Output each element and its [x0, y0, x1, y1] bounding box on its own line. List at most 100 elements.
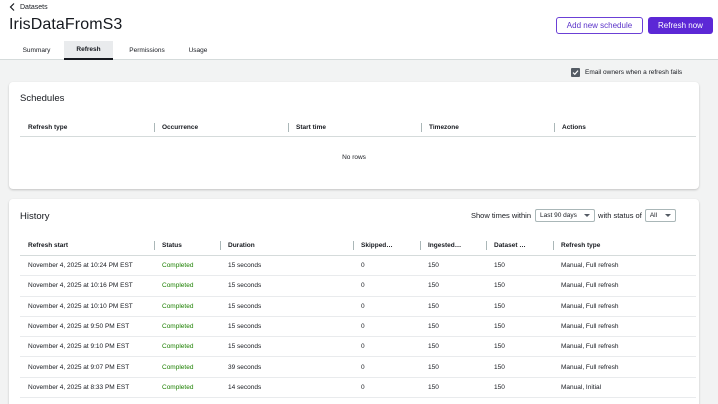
history-filter: Show times within Last 90 days with stat… [471, 209, 676, 222]
dataset-size-cell: 150 [494, 323, 505, 331]
schedules-panel: Schedules Refresh type Occurrence Start … [9, 82, 699, 189]
email-owners-option[interactable]: Email owners when a refresh fails [571, 68, 682, 77]
breadcrumb-back-link[interactable]: Datasets [9, 3, 48, 11]
refresh-start-cell: November 4, 2025 at 10:16 PM EST [28, 282, 133, 290]
caret-down-icon [664, 214, 671, 217]
dataset-size-cell: 150 [494, 262, 505, 270]
skipped-cell: 0 [361, 262, 365, 270]
ingested-cell: 150 [428, 282, 439, 290]
column-header[interactable]: Occurrence [154, 118, 288, 136]
time-range-label: Show times within [471, 211, 532, 220]
column-header[interactable]: Status [154, 236, 220, 255]
tab-summary[interactable]: Summary [9, 41, 64, 60]
email-owners-checkbox[interactable] [571, 68, 580, 77]
schedules-table-header: Refresh type Occurrence Start time Timez… [20, 118, 696, 137]
tab-permissions[interactable]: Permissions [113, 41, 181, 60]
dataset-size-cell: 150 [494, 383, 505, 391]
ingested-cell: 150 [428, 302, 439, 310]
column-header[interactable]: Refresh type [20, 118, 154, 136]
caret-down-icon [584, 214, 591, 217]
skipped-cell: 0 [361, 383, 365, 391]
breadcrumb-label: Datasets [20, 3, 48, 11]
refresh-start-cell: November 4, 2025 at 9:07 PM EST [28, 363, 130, 371]
column-header[interactable]: Duration [220, 236, 353, 255]
time-range-select[interactable]: Last 90 days [535, 209, 596, 222]
refresh-start-cell: November 4, 2025 at 9:10 PM EST [28, 343, 130, 351]
history-panel: History Show times within Last 90 days w… [9, 199, 699, 404]
tab-bar: Summary Refresh Permissions Usage [9, 41, 215, 60]
status-filter-label: with status of [598, 211, 642, 220]
status-value: All [649, 212, 658, 219]
ingested-cell: 150 [428, 262, 439, 270]
column-header[interactable]: Ingested… [420, 236, 486, 255]
skipped-cell: 0 [361, 343, 365, 351]
refresh-start-cell: November 4, 2025 at 8:33 PM EST [28, 383, 130, 391]
table-row: November 4, 2025 at 10:16 PM EST Complete… [20, 276, 696, 297]
column-header[interactable]: Actions [554, 118, 696, 136]
page-title: IrisDataFromS3 [9, 16, 123, 33]
skipped-cell: 0 [361, 302, 365, 310]
skipped-cell: 0 [361, 282, 365, 290]
status-cell: Completed [162, 323, 194, 331]
email-owners-label: Email owners when a refresh fails [585, 69, 683, 76]
dataset-size-cell: 150 [494, 363, 505, 371]
add-new-schedule-button[interactable]: Add new schedule [556, 17, 643, 34]
status-cell: Completed [162, 383, 194, 391]
column-header[interactable]: Start time [288, 118, 421, 136]
table-row: November 4, 2025 at 9:50 PM EST Completed… [20, 317, 696, 338]
ingested-cell: 150 [428, 363, 439, 371]
column-header[interactable]: Skipped… [353, 236, 420, 255]
column-header[interactable]: Dataset … [486, 236, 553, 255]
refresh-type-cell: Manual, Full refresh [561, 282, 619, 290]
ingested-cell: 150 [428, 323, 439, 331]
refresh-type-cell: Manual, Full refresh [561, 363, 619, 371]
column-header[interactable]: Refresh start [20, 236, 154, 255]
refresh-type-cell: Manual, Full refresh [561, 262, 619, 270]
status-cell: Completed [162, 262, 194, 270]
chevron-left-icon [9, 3, 15, 11]
table-row: November 4, 2025 at 8:33 PM EST Completed… [20, 378, 696, 399]
refresh-type-cell: Manual, Full refresh [561, 343, 619, 351]
status-cell: Completed [162, 363, 194, 371]
schedules-title: Schedules [20, 93, 65, 104]
refresh-start-cell: November 4, 2025 at 10:24 PM EST [28, 262, 133, 270]
duration-cell: 14 seconds [228, 383, 262, 391]
status-cell: Completed [162, 343, 194, 351]
table-row: November 4, 2025 at 10:10 PM EST Complete… [20, 297, 696, 317]
tab-refresh[interactable]: Refresh [64, 41, 113, 60]
skipped-cell: 0 [361, 323, 365, 331]
refresh-now-button[interactable]: Refresh now [648, 17, 713, 34]
column-header[interactable]: Timezone [421, 118, 554, 136]
table-row: November 4, 2025 at 9:10 PM EST Completed… [20, 337, 696, 358]
history-table-header: Refresh start Status Duration Skipped… I… [20, 236, 696, 256]
refresh-start-cell: November 4, 2025 at 9:50 PM EST [28, 323, 130, 331]
time-range-value: Last 90 days [540, 212, 577, 219]
duration-cell: 15 seconds [228, 282, 262, 290]
refresh-type-cell: Manual, Initial [561, 383, 602, 391]
duration-cell: 15 seconds [228, 323, 262, 331]
checkmark-icon [572, 70, 579, 76]
status-select[interactable]: All [644, 209, 676, 222]
dataset-size-cell: 150 [494, 302, 505, 310]
duration-cell: 15 seconds [228, 262, 262, 270]
status-cell: Completed [162, 302, 194, 310]
tab-usage[interactable]: Usage [181, 41, 215, 60]
page-header: Datasets IrisDataFromS3 Add new schedule… [0, 0, 718, 60]
duration-cell: 15 seconds [228, 302, 262, 310]
history-table-body: November 4, 2025 at 10:24 PM EST Complete… [20, 256, 696, 399]
duration-cell: 15 seconds [228, 343, 262, 351]
empty-state-text: No rows [342, 154, 366, 161]
duration-cell: 39 seconds [228, 363, 262, 371]
refresh-type-cell: Manual, Full refresh [561, 323, 619, 331]
dataset-size-cell: 150 [494, 282, 505, 290]
skipped-cell: 0 [361, 363, 365, 371]
refresh-start-cell: November 4, 2025 at 10:10 PM EST [28, 302, 133, 310]
ingested-cell: 150 [428, 343, 439, 351]
table-row: November 4, 2025 at 9:07 PM EST Completed… [20, 357, 696, 378]
table-row: November 4, 2025 at 10:24 PM EST Complete… [20, 256, 696, 277]
column-header[interactable]: Refresh type [553, 236, 696, 255]
status-cell: Completed [162, 282, 194, 290]
ingested-cell: 150 [428, 383, 439, 391]
refresh-type-cell: Manual, Full refresh [561, 302, 619, 310]
dataset-size-cell: 150 [494, 343, 505, 351]
